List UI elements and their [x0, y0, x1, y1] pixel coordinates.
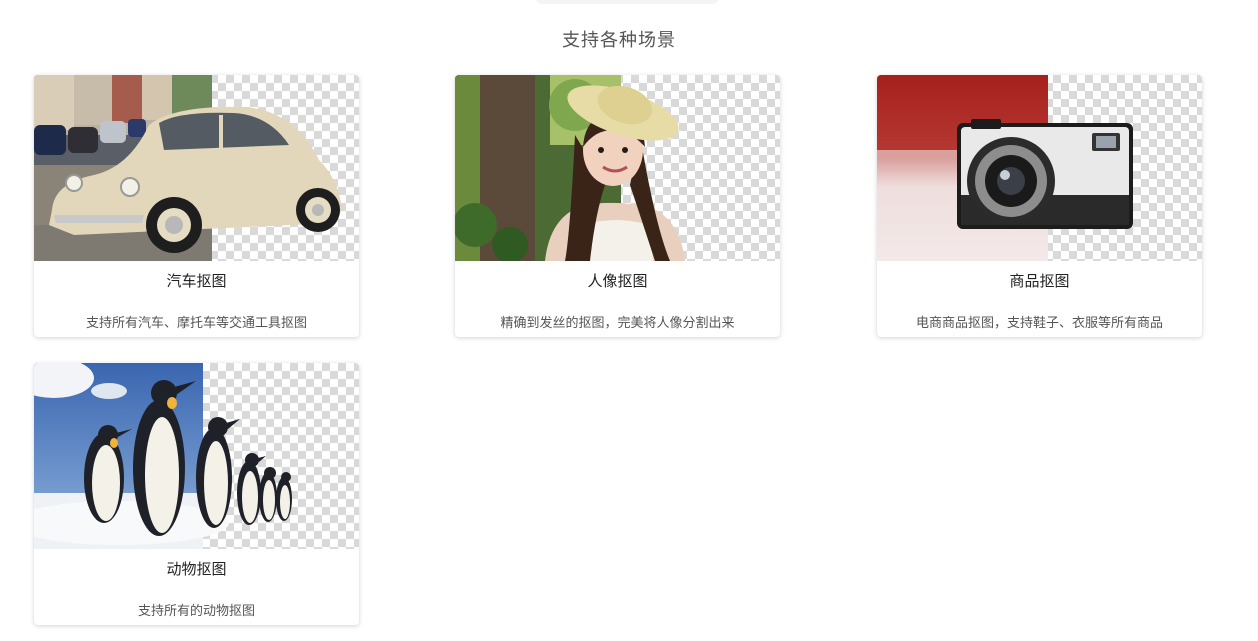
- top-hint-bar: [535, 0, 720, 4]
- scene-card-title: 动物抠图: [166, 560, 227, 578]
- scene-card-title: 商品抠图: [1009, 272, 1070, 290]
- scene-card-description: 支持所有的动物抠图: [137, 604, 255, 619]
- camera-cutout-image: [877, 75, 1202, 261]
- scene-card-animal[interactable]: 动物抠图 支持所有的动物抠图: [34, 363, 359, 625]
- scene-card-description: 电商商品抠图，支持鞋子、衣服等所有商品: [915, 316, 1163, 331]
- scene-card-product[interactable]: 商品抠图 电商商品抠图，支持鞋子、衣服等所有商品: [877, 75, 1202, 337]
- scene-card-description: 支持所有汽车、摩托车等交通工具抠图: [85, 316, 307, 331]
- section-title: 支持各种场景: [562, 30, 676, 51]
- scene-card-portrait[interactable]: 人像抠图 精确到发丝的抠图，完美将人像分割出来: [455, 75, 780, 337]
- page: 支持各种场景 汽车抠图 支持所有汽车、摩托车等交通工具抠图 人像抠图 精确到发丝…: [0, 0, 1258, 641]
- portrait-cutout-image: [455, 75, 780, 261]
- scene-card-description: 精确到发丝的抠图，完美将人像分割出来: [500, 316, 735, 331]
- scene-card-title: 人像抠图: [587, 272, 648, 290]
- car-cutout-image: [34, 75, 359, 261]
- penguin-cutout-image: [34, 363, 359, 549]
- scene-card-car[interactable]: 汽车抠图 支持所有汽车、摩托车等交通工具抠图: [34, 75, 359, 337]
- scene-card-title: 汽车抠图: [166, 272, 227, 290]
